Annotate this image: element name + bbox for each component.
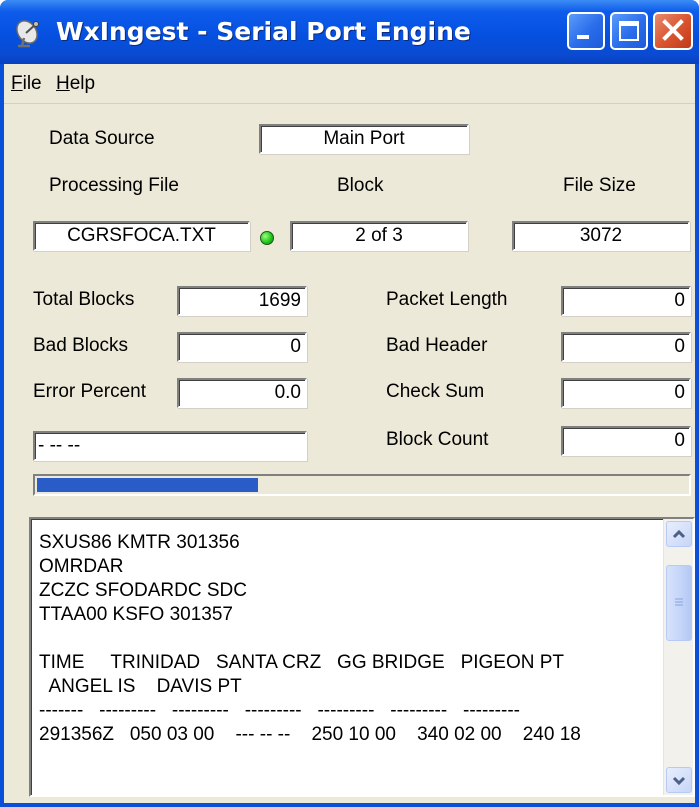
minimize-button[interactable]: [567, 12, 605, 50]
log-line: OMRDAR: [39, 556, 124, 577]
log-line: ZCZC SFODARDC SDC: [39, 580, 247, 601]
processing-file-header: Processing File: [49, 175, 179, 196]
status-text-field: - -- --: [33, 431, 307, 461]
status-led-icon: [260, 231, 274, 245]
total-blocks-label: Total Blocks: [33, 289, 135, 310]
error-percent-field: 0.0: [177, 378, 307, 408]
window-title: WxIngest - Serial Port Engine: [56, 17, 471, 46]
check-sum-label: Check Sum: [386, 381, 485, 402]
log-line: SXUS86 KMTR 301356: [39, 532, 240, 553]
menu-help[interactable]: Help: [56, 70, 95, 98]
file-size-header: File Size: [563, 175, 636, 196]
maximize-button[interactable]: [610, 12, 648, 50]
bad-blocks-label: Bad Blocks: [33, 335, 129, 356]
log-line: ANGEL IS DAVIS PT: [39, 676, 242, 697]
block-header: Block: [337, 175, 384, 196]
data-source-field: Main Port: [259, 124, 469, 154]
scroll-thumb[interactable]: [666, 565, 692, 641]
total-blocks-field: 1699: [177, 286, 307, 316]
log-scrollbar[interactable]: [663, 519, 693, 795]
scroll-down-button[interactable]: [666, 767, 692, 793]
data-source-label: Data Source: [49, 128, 155, 149]
menu-bar: File Help: [4, 64, 695, 104]
window-client-area: File Help Data Source Main Port Processi…: [4, 64, 695, 803]
minimize-icon: [577, 35, 589, 39]
check-sum-field: 0: [561, 378, 691, 408]
file-size-field: 3072: [512, 221, 690, 251]
scroll-up-button[interactable]: [666, 521, 692, 547]
satellite-dish-icon: [14, 18, 44, 48]
log-text-area[interactable]: SXUS86 KMTR 301356 OMRDAR ZCZC SFODARDC SD…: [29, 517, 695, 797]
close-icon: [662, 19, 684, 41]
error-percent-label: Error Percent: [33, 381, 146, 402]
block-count-label: Block Count: [386, 429, 489, 450]
bad-header-label: Bad Header: [386, 335, 488, 356]
close-button[interactable]: [653, 12, 693, 50]
chevron-up-icon: [672, 529, 686, 539]
log-line: TIME TRINIDAD SANTA CRZ GG BRIDGE PIGEON…: [39, 652, 565, 673]
chevron-down-icon: [672, 776, 686, 786]
processing-file-field: CGRSFOCA.TXT: [33, 221, 250, 251]
menu-file[interactable]: File: [11, 70, 42, 98]
maximize-icon: [619, 21, 639, 41]
packet-length-field: 0: [561, 286, 691, 316]
log-line: TTAA00 KSFO 301357: [39, 604, 233, 625]
block-count-field: 0: [561, 426, 691, 456]
progress-bar-fill: [37, 478, 258, 492]
block-field: 2 of 3: [290, 221, 468, 251]
log-line: ------- --------- --------- --------- --…: [39, 700, 520, 721]
bad-header-field: 0: [561, 332, 691, 362]
app-window: WxIngest - Serial Port Engine File Help …: [0, 0, 699, 807]
title-bar[interactable]: WxIngest - Serial Port Engine: [0, 0, 699, 64]
progress-bar: [33, 474, 691, 496]
packet-length-label: Packet Length: [386, 289, 508, 310]
bad-blocks-field: 0: [177, 332, 307, 362]
log-line: 291356Z 050 03 00 --- -- -- 250 10 00 34…: [39, 724, 581, 745]
